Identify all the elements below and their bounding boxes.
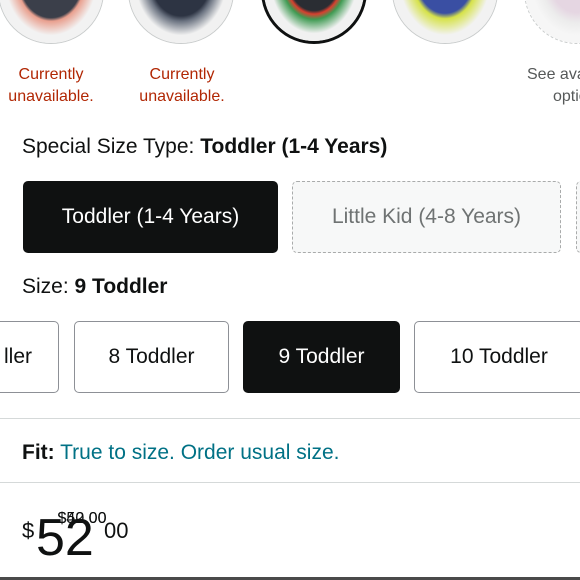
size-type-label: Special Size Type: Toddler (1-4 Years)	[22, 134, 387, 160]
size-selected-value: 9 Toddler	[74, 275, 168, 298]
swatch-status-label: Currently unavailable.	[122, 64, 242, 108]
price-currency-symbol: $	[22, 518, 35, 543]
swatch-see-options-line1: See ava	[527, 66, 580, 83]
size-option-9-toddler[interactable]: 9 Toddler	[243, 321, 400, 393]
swatch-status-label: Currently unavailable.	[0, 64, 111, 108]
size-option-label: ller	[3, 345, 32, 368]
sandal-thumbnail-image	[525, 0, 580, 43]
swatch-status-line1: Currently	[149, 66, 215, 83]
size-type-option-little-kid[interactable]: Little Kid (4-8 Years)	[292, 181, 561, 253]
size-option-label: 9 Toddler	[278, 345, 365, 368]
color-swatch-3-selected[interactable]	[261, 0, 367, 44]
size-type-label-text: Special Size Type:	[22, 135, 201, 158]
size-type-option-toddler[interactable]: Toddler (1-4 Years)	[23, 181, 278, 253]
size-type-option-label: Little Kid (4-8 Years)	[331, 205, 522, 228]
price-whole: 52	[36, 509, 94, 567]
color-swatch-row: Currently unavailable. Currently unavail…	[0, 0, 580, 527]
divider	[0, 482, 580, 483]
color-swatch-5[interactable]	[524, 0, 580, 44]
color-swatch-1[interactable]	[0, 0, 104, 44]
size-type-selected-value: Toddler (1-4 Years)	[200, 135, 388, 158]
swatch-status-line2: unavailable.	[8, 88, 94, 105]
sandal-thumbnail-image	[129, 0, 233, 43]
sandal-thumbnail-image	[0, 0, 103, 43]
fit-value-link[interactable]: True to size. Order usual size.	[60, 441, 339, 464]
sandal-thumbnail-image	[393, 0, 497, 43]
sandal-thumbnail-image	[264, 0, 364, 41]
color-swatch-2[interactable]	[128, 0, 234, 44]
swatch-status-line2: unavailable.	[139, 88, 225, 105]
swatch-see-options-label: See ava optio	[527, 64, 580, 108]
fit-info: Fit: True to size. Order usual size.	[22, 440, 339, 466]
color-swatch-4[interactable]	[392, 0, 498, 44]
size-label: Size: 9 Toddler	[22, 274, 167, 300]
size-option-label: 8 Toddler	[108, 345, 195, 368]
size-label-text: Size:	[22, 275, 75, 298]
divider	[0, 418, 580, 419]
size-option-8-toddler[interactable]: 8 Toddler	[74, 321, 229, 393]
price-fraction: 00	[104, 518, 129, 543]
size-type-option-label: Toddler (1-4 Years)	[61, 205, 240, 228]
fit-label: Fit:	[22, 441, 55, 464]
size-option-7-toddler[interactable]: ller	[0, 321, 59, 393]
size-option-label: 10 Toddler	[450, 345, 548, 368]
size-option-10-toddler[interactable]: 10 Toddler	[414, 321, 580, 393]
swatch-see-options-line2: optio	[553, 88, 580, 105]
product-options-page: Currently unavailable. Currently unavail…	[0, 0, 580, 580]
size-type-option-partial[interactable]	[576, 181, 580, 253]
swatch-status-line1: Currently	[18, 66, 84, 83]
